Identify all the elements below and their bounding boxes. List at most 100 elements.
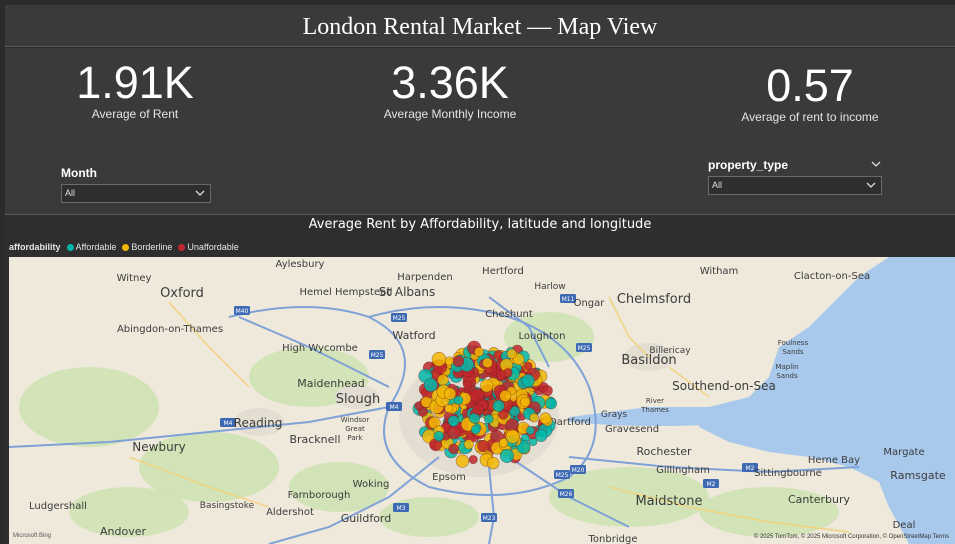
svg-text:M23: M23: [483, 515, 496, 522]
rent-point[interactable]: [423, 378, 438, 393]
rent-point[interactable]: [495, 370, 506, 381]
place-label: Abingdon-on-Thames: [117, 324, 223, 335]
rent-point[interactable]: [470, 424, 481, 435]
rent-point[interactable]: [521, 373, 535, 388]
rent-point[interactable]: [447, 415, 460, 427]
rent-point[interactable]: [534, 429, 548, 442]
rent-point[interactable]: [482, 357, 493, 369]
rent-point[interactable]: [444, 356, 454, 366]
rent-point[interactable]: [539, 412, 552, 425]
place-label: Ongar: [574, 298, 606, 309]
place-label: Newbury: [132, 440, 185, 454]
legend-item-borderline[interactable]: Borderline: [122, 242, 172, 252]
rent-point[interactable]: [468, 455, 478, 465]
property-type-slicer: property_type All: [708, 158, 882, 195]
road-shield: M25: [391, 313, 407, 322]
rent-point[interactable]: [519, 396, 531, 408]
kpi-value: 3.36K: [391, 57, 509, 108]
svg-text:M40: M40: [236, 308, 249, 315]
rent-point[interactable]: [443, 387, 457, 400]
rent-point[interactable]: [474, 346, 484, 357]
legend-item-unaffordable[interactable]: Unaffordable: [178, 242, 239, 252]
road-shield: M2: [703, 479, 719, 488]
rent-point[interactable]: [483, 413, 494, 424]
rent-point[interactable]: [545, 397, 557, 410]
svg-text:M4: M4: [390, 404, 399, 411]
place-label: Gillingham: [656, 465, 710, 476]
place-label: Loughton: [519, 331, 566, 342]
rent-point[interactable]: [498, 438, 509, 448]
road-shield: M40: [234, 306, 250, 315]
road-shield: M4: [386, 402, 402, 411]
month-dropdown[interactable]: All: [61, 184, 211, 203]
rent-point[interactable]: [541, 385, 553, 397]
rent-point[interactable]: [431, 352, 447, 367]
rent-point[interactable]: [526, 426, 535, 435]
road-shield: M3: [393, 503, 409, 512]
place-label: Andover: [100, 525, 146, 538]
place-label: Gravesend: [605, 424, 659, 435]
place-label: Margate: [883, 447, 924, 458]
rent-point[interactable]: [529, 412, 539, 423]
place-label: Aldershot: [266, 507, 314, 518]
rent-point[interactable]: [480, 379, 494, 393]
rent-point[interactable]: [499, 389, 512, 402]
place-label: Woking: [353, 479, 390, 490]
property-type-dropdown[interactable]: All: [708, 176, 882, 195]
kpi-label: Average Monthly Income: [383, 107, 517, 121]
rent-point[interactable]: [505, 418, 519, 432]
svg-text:M3: M3: [397, 505, 406, 512]
bing-map[interactable]: M40 M25 M11 M25 M25 M4 M4 M25 M26 M20 M2 M2 M3 M23 Ay…: [9, 257, 955, 544]
rent-point[interactable]: [487, 456, 500, 470]
kpi-card-average-rent: 1.91K Average of Rent: [55, 57, 215, 122]
place-label: Canterbury: [788, 493, 850, 506]
visual-title: Average Rent by Affordability, latitude …: [308, 217, 652, 232]
place-label: Witham: [700, 266, 739, 277]
chevron-down-icon[interactable]: [870, 159, 882, 169]
kpi-value: 1.91K: [76, 57, 194, 108]
rent-point[interactable]: [492, 399, 505, 412]
map-canvas[interactable]: M40M25M11M25M25M4M4M25M26M20M2M2M3M23 Ay…: [9, 257, 955, 544]
rent-point[interactable]: [433, 430, 445, 442]
place-label: Witney: [117, 273, 152, 284]
svg-text:M4: M4: [224, 420, 233, 427]
place-label: Harlow: [534, 282, 565, 292]
page-title: London Rental Market — Map View: [302, 14, 658, 40]
rent-point[interactable]: [472, 403, 484, 416]
place-label: Maidstone: [635, 494, 702, 509]
kpi-label: Average of Rent: [91, 107, 179, 121]
place-label: Herne Bay: [808, 455, 860, 466]
legend-label: Affordable: [75, 242, 117, 252]
legend-dot: [178, 243, 186, 251]
road-shield: M23: [481, 513, 497, 522]
place-label: Cheshunt: [485, 309, 533, 320]
svg-text:M25: M25: [578, 345, 591, 352]
svg-text:M25: M25: [556, 472, 569, 479]
legend-dot: [66, 243, 74, 251]
legend-item-affordable[interactable]: Affordable: [66, 242, 117, 252]
place-label: Aylesbury: [276, 259, 325, 270]
rent-point[interactable]: [463, 380, 473, 390]
rent-point[interactable]: [455, 454, 470, 468]
rent-point[interactable]: [454, 395, 464, 405]
rent-point[interactable]: [499, 448, 515, 463]
place-label: High Wycombe: [282, 343, 358, 354]
kpi-panel: 1.91K Average of Rent 3.36K Average Mont…: [5, 48, 955, 214]
rent-point[interactable]: [463, 439, 474, 450]
rent-point[interactable]: [506, 348, 517, 359]
place-label: Clacton-on-Sea: [794, 271, 870, 282]
rent-point[interactable]: [447, 425, 461, 440]
place-label: Slough: [336, 392, 381, 407]
rent-point[interactable]: [448, 443, 459, 455]
rent-point[interactable]: [477, 440, 490, 453]
bing-logo: Microsoft Bing: [13, 533, 52, 539]
rent-point[interactable]: [444, 404, 454, 414]
road-shield: M20: [570, 465, 586, 474]
place-label: Maplin Sands: [775, 363, 798, 380]
rent-point[interactable]: [452, 355, 465, 367]
svg-text:M26: M26: [560, 491, 573, 498]
map-attribution[interactable]: © 2025 TomTom, © 2025 Microsoft Corporat…: [754, 534, 949, 540]
rent-point[interactable]: [505, 429, 520, 444]
place-label: Tonbridge: [588, 534, 638, 544]
rent-point[interactable]: [437, 374, 449, 386]
